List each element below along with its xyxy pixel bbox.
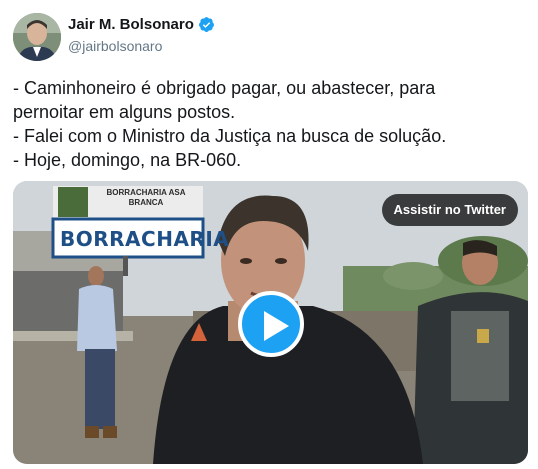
avatar[interactable] [13,13,61,61]
play-icon [264,311,289,341]
sign-top-text: BORRACHARIA ASA BRANCA [106,188,186,207]
sign-label: BORRACHARIA [60,227,230,251]
play-button[interactable] [238,291,304,357]
tweet-text: - Caminhoneiro é obrigado pagar, ou abas… [13,76,528,172]
tweet-line: - Falei com o Ministro da Justiça na bus… [13,126,447,146]
tweet-line: pernoitar em alguns postos. [13,102,236,122]
watch-on-twitter-button[interactable]: Assistir no Twitter [381,194,518,226]
avatar-image [13,13,61,61]
author-handle[interactable]: @jairbolsonaro [68,38,162,54]
verified-badge-icon [198,16,215,33]
author-name[interactable]: Jair M. Bolsonaro [68,16,194,33]
video-player[interactable]: BORRACHARIA ASA BRANCA BORRACHARIA Assis… [13,181,528,464]
tweet-line: - Caminhoneiro é obrigado pagar, ou abas… [13,78,436,98]
tweet-card: Jair M. Bolsonaro @jairbolsonaro - Camin… [0,0,538,469]
tweet-line: - Hoje, domingo, na BR-060. [13,150,242,170]
author-name-row[interactable]: Jair M. Bolsonaro [68,16,215,33]
